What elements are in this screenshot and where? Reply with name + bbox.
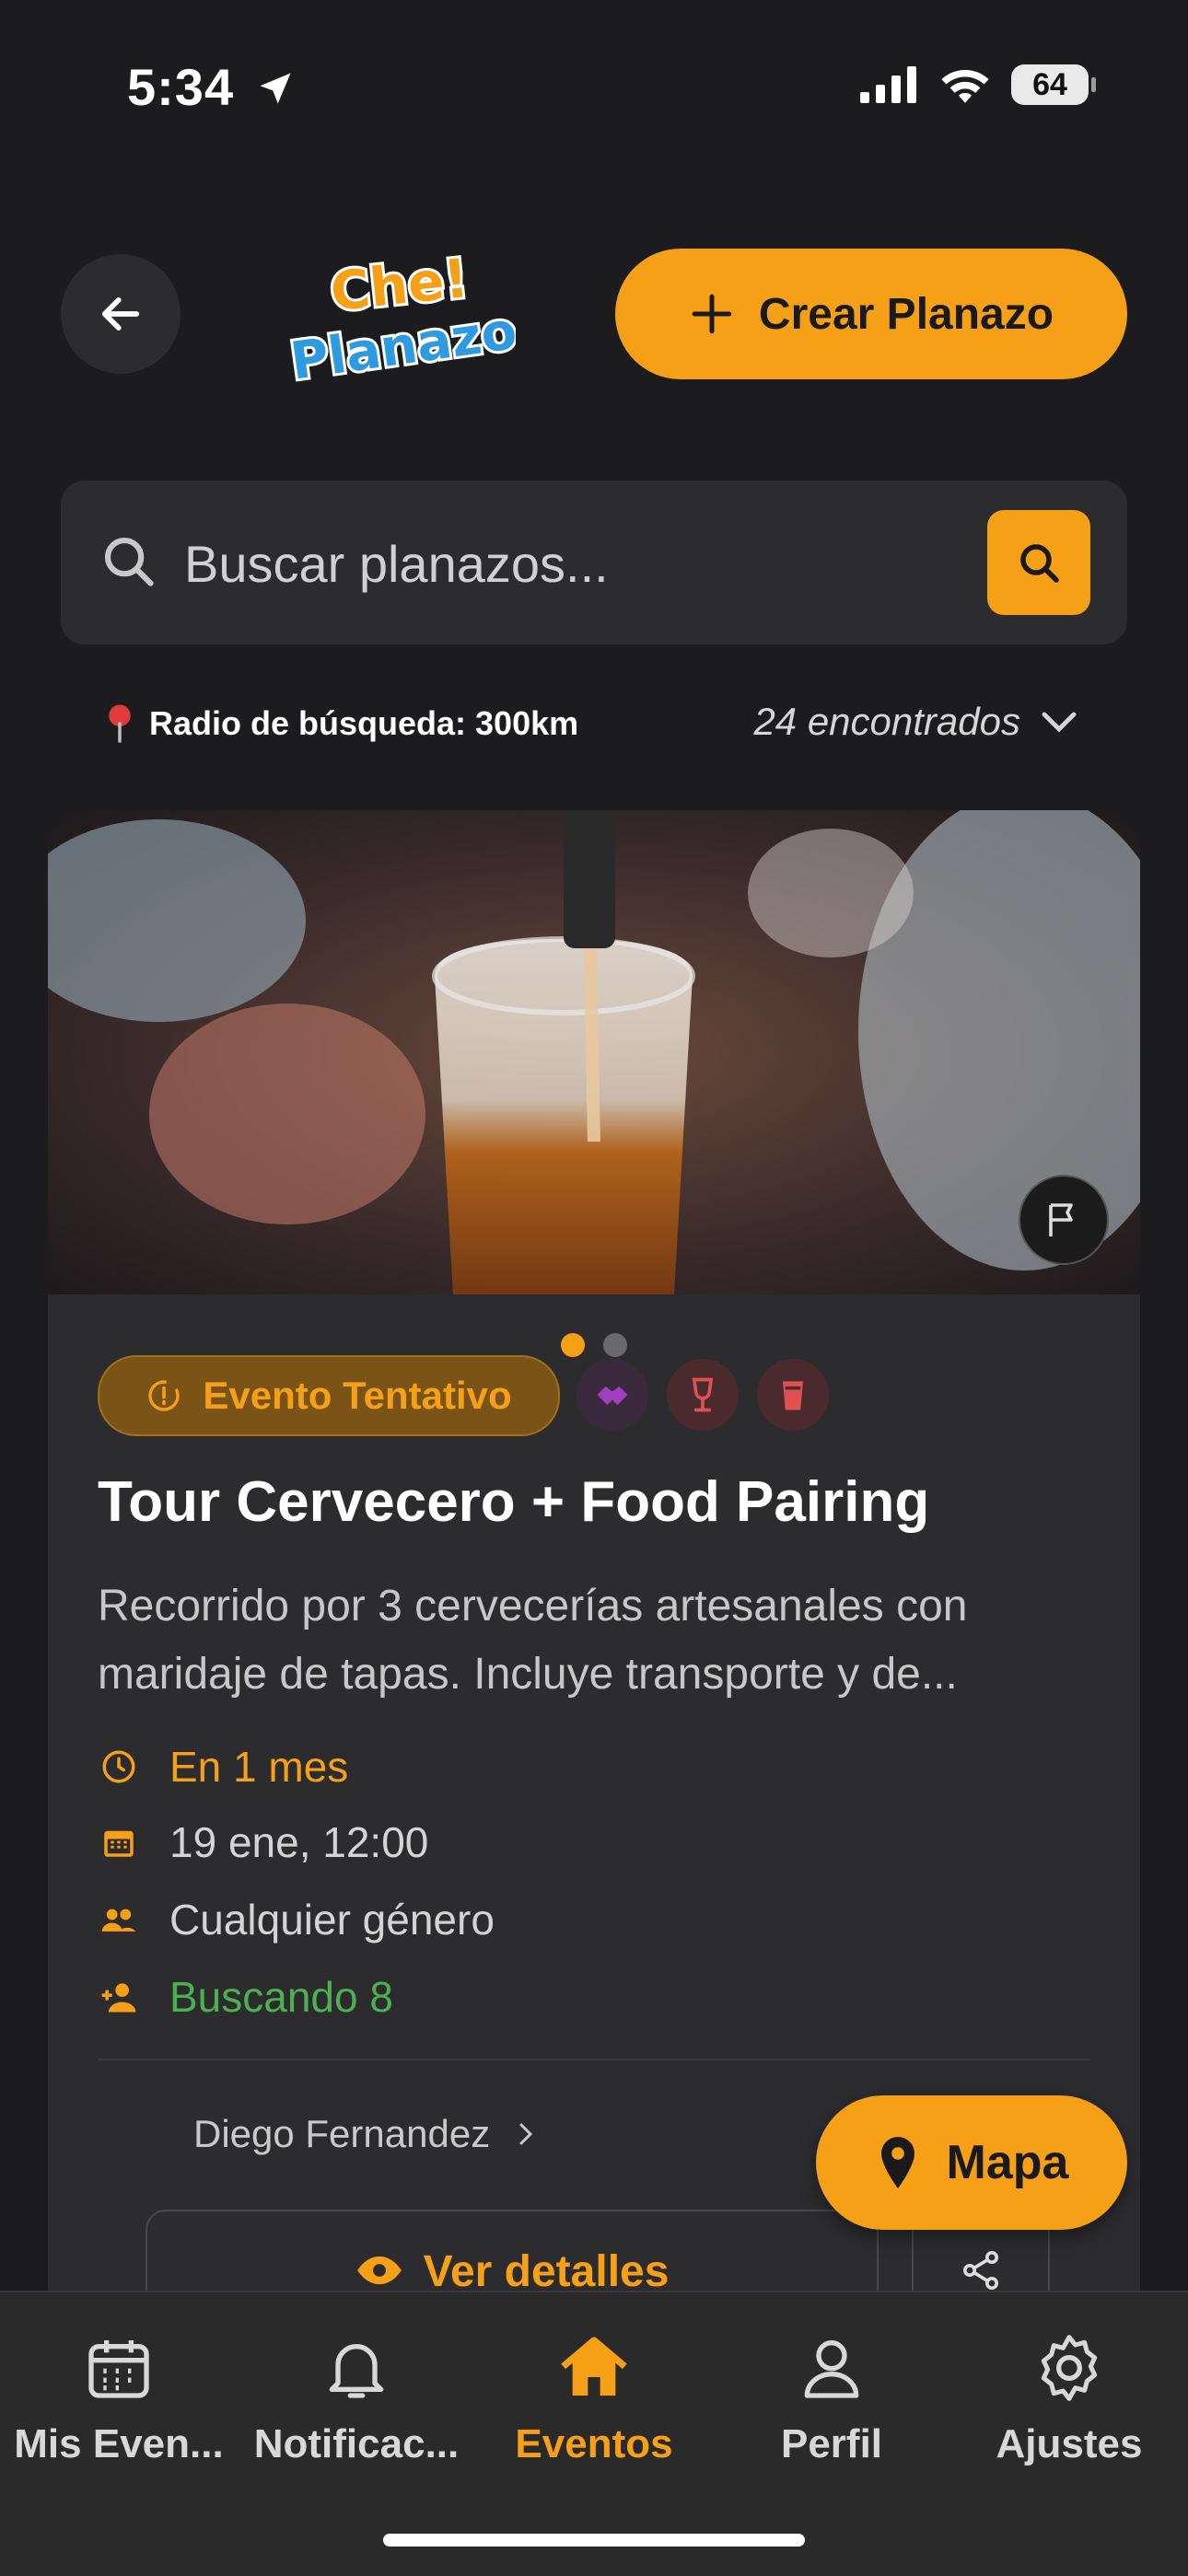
person-icon bbox=[804, 2340, 859, 2398]
search-icon bbox=[104, 537, 154, 586]
organizer-link[interactable]: Diego Fernandez bbox=[193, 2112, 540, 2156]
divider bbox=[98, 2059, 1090, 2060]
tab-label: Ajustes bbox=[996, 2421, 1143, 2466]
plus-icon bbox=[692, 294, 732, 334]
event-spots-label: Buscando 8 bbox=[169, 1973, 393, 2021]
tab-label: Notificac... bbox=[253, 2421, 460, 2466]
share-icon bbox=[963, 2251, 998, 2290]
pin-icon bbox=[109, 704, 131, 743]
gear-icon bbox=[1041, 2335, 1098, 2401]
event-image[interactable] bbox=[48, 810, 1140, 1294]
event-date-label: 19 ene, 12:00 bbox=[169, 1818, 429, 1866]
bell-icon bbox=[329, 2344, 384, 2398]
results-count-dropdown[interactable]: 24 encontrados bbox=[753, 700, 1081, 744]
tab-notifications[interactable]: Notificac... bbox=[238, 2331, 475, 2467]
status-indicators: 64 bbox=[860, 64, 1096, 105]
map-pin-icon bbox=[880, 2137, 914, 2188]
status-time: 5:34 bbox=[127, 57, 296, 117]
clock-alert-icon bbox=[148, 1380, 181, 1411]
people-icon bbox=[98, 1898, 140, 1941]
flag-icon bbox=[1049, 1203, 1073, 1236]
map-button-label: Mapa bbox=[946, 2136, 1069, 2189]
create-planazo-button[interactable]: Crear Planazo bbox=[615, 249, 1127, 379]
tab-my-events[interactable]: Mis Even... bbox=[0, 2331, 238, 2467]
event-gender-label: Cualquier género bbox=[169, 1896, 495, 1944]
tab-label: Eventos bbox=[515, 2421, 673, 2466]
clock-icon bbox=[98, 1746, 140, 1788]
eye-icon bbox=[356, 2256, 402, 2285]
event-relative-time: En 1 mes bbox=[98, 1742, 348, 1792]
signal-icon bbox=[860, 66, 916, 103]
home-icon bbox=[561, 2337, 627, 2396]
report-flag-button[interactable] bbox=[1019, 1175, 1109, 1265]
wine-glass-icon bbox=[667, 1359, 739, 1431]
search-submit-button[interactable] bbox=[987, 510, 1090, 615]
battery-indicator: 64 bbox=[1011, 64, 1096, 105]
beer-glass-icon bbox=[757, 1359, 829, 1431]
event-spots: Buscando 8 bbox=[98, 1972, 393, 2022]
tab-label: Mis Even... bbox=[14, 2421, 224, 2466]
carousel-dot[interactable] bbox=[603, 1333, 627, 1357]
chevron-right-icon bbox=[519, 2123, 533, 2145]
handshake-icon bbox=[577, 1359, 648, 1431]
create-planazo-label: Crear Planazo bbox=[758, 289, 1054, 339]
carousel-dot-active[interactable] bbox=[561, 1333, 585, 1357]
search-radius-label: Radio de búsqueda: 300km bbox=[149, 704, 579, 742]
search-radius[interactable]: Radio de búsqueda: 300km bbox=[103, 703, 578, 744]
event-date: 19 ene, 12:00 bbox=[98, 1817, 428, 1867]
tab-settings[interactable]: Ajustes bbox=[950, 2331, 1188, 2467]
map-button[interactable]: Mapa bbox=[816, 2095, 1127, 2230]
arrow-left-icon bbox=[101, 297, 140, 331]
tab-events[interactable]: Eventos bbox=[475, 2331, 713, 2467]
app-logo: Che! Planazo bbox=[276, 239, 523, 395]
event-description: Recorrido por 3 cervecerías artesanales … bbox=[98, 1582, 968, 1699]
wifi-icon bbox=[941, 69, 989, 103]
back-button[interactable] bbox=[61, 254, 181, 374]
calendar-icon bbox=[88, 2340, 149, 2398]
home-indicator bbox=[383, 2534, 805, 2547]
tab-profile[interactable]: Perfil bbox=[713, 2331, 950, 2467]
event-title[interactable]: Tour Cervecero + Food Pairing bbox=[98, 1469, 1111, 1535]
chevron-down-icon bbox=[1042, 712, 1077, 733]
event-gender: Cualquier género bbox=[98, 1895, 495, 1944]
organizer-name: Diego Fernandez bbox=[193, 2112, 491, 2155]
view-details-label: Ver detalles bbox=[423, 2247, 670, 2296]
tab-label: Perfil bbox=[780, 2421, 883, 2466]
search-input[interactable] bbox=[182, 530, 960, 597]
calendar-icon bbox=[98, 1821, 140, 1863]
results-count-label: 24 encontrados bbox=[753, 700, 1020, 743]
location-arrow-icon bbox=[260, 73, 291, 104]
status-badge: Evento Tentativo bbox=[98, 1355, 560, 1436]
person-add-icon bbox=[98, 1976, 140, 2018]
search-icon bbox=[1020, 544, 1059, 583]
event-relative-time-label: En 1 mes bbox=[169, 1743, 349, 1791]
status-badge-label: Evento Tentativo bbox=[203, 1374, 512, 1417]
